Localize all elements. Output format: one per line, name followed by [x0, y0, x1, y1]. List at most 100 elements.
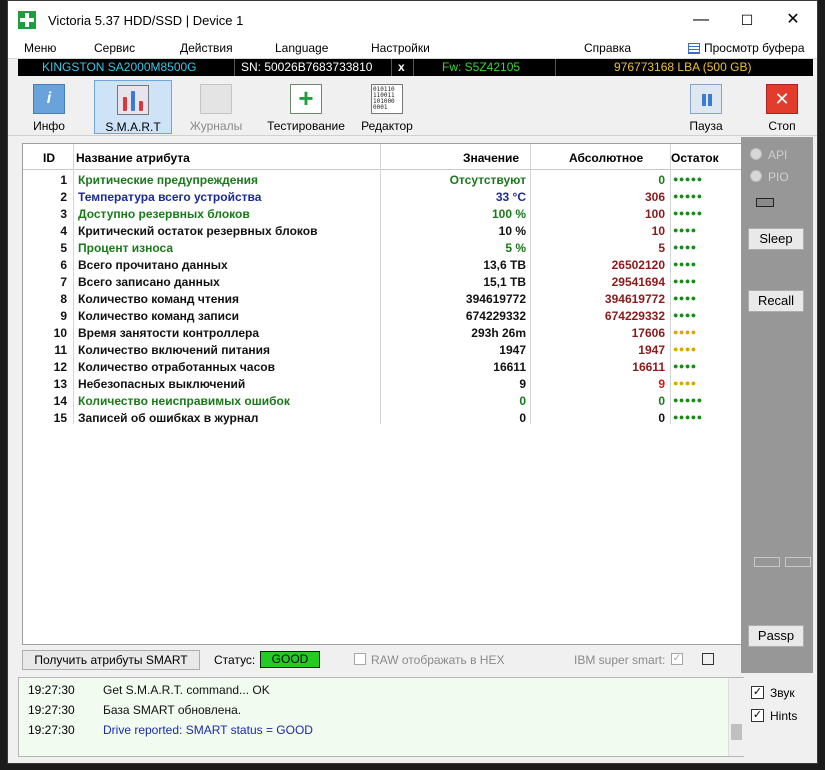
api-radio[interactable]	[750, 148, 762, 160]
options-checks: ✓ Звук ✓ Hints	[745, 677, 817, 757]
pio-label: PIO	[768, 170, 789, 184]
smart-button[interactable]: S.M.A.R.T	[94, 80, 172, 134]
close-button[interactable]: ✕	[770, 1, 816, 39]
menu-service[interactable]: Сервис	[94, 41, 135, 55]
attr-value: 5 %	[505, 241, 526, 255]
table-row[interactable]: 3 Доступно резервных блоков 100 % 100 ●●●●●	[23, 205, 743, 222]
menu-main[interactable]: Меню	[24, 41, 56, 55]
smart-label: S.M.A.R.T	[105, 120, 161, 134]
buffer-list-icon	[688, 43, 700, 54]
table-row[interactable]: 8 Количество команд чтения 394619772 394619…	[23, 290, 743, 307]
table-row[interactable]: 7 Всего записано данных 15,1 TB 29541694 ●●●…	[23, 273, 743, 290]
table-row[interactable]: 6 Всего прочитано данных 13,6 TB 26502120 ●●…	[23, 256, 743, 273]
col-remaining-header[interactable]: Остаток	[671, 151, 719, 165]
attr-value: 394619772	[465, 292, 526, 306]
table-row[interactable]: 2 Температура всего устройства 33 °C 306 ●●●…	[23, 188, 743, 205]
maximize-button[interactable]: ☐	[724, 1, 770, 39]
menu-language[interactable]: Language	[275, 41, 328, 55]
pio-radio[interactable]	[750, 170, 762, 182]
col-value-header[interactable]: Значение	[463, 151, 519, 165]
menu-settings[interactable]: Настройки	[371, 41, 430, 55]
health-dots: ●●●●●	[673, 191, 703, 201]
event-log[interactable]: 19:27:30 Get S.M.A.R.T. command... OK 19…	[18, 677, 744, 757]
attr-name: Всего прочитано данных	[78, 258, 228, 272]
sleep-button[interactable]: Sleep	[748, 228, 804, 250]
attr-name: Температура всего устройства	[78, 190, 262, 204]
attr-id: 2	[60, 190, 67, 204]
raw-hex-checkbox[interactable]	[354, 653, 366, 665]
attr-absolute: 10	[651, 224, 665, 238]
get-smart-button[interactable]: Получить атрибуты SMART	[22, 650, 200, 670]
hints-checkbox[interactable]: ✓	[751, 709, 764, 722]
attr-name: Небезопасных выключений	[78, 377, 246, 391]
col-name-header[interactable]: Название атрибута	[76, 151, 190, 165]
attr-absolute: 674229332	[604, 309, 665, 323]
logs-button[interactable]: Журналы	[182, 80, 250, 134]
health-dots: ●●●●●	[673, 208, 703, 218]
ibm-super-smart-label: IBM super smart:	[574, 653, 666, 667]
attr-absolute: 9	[658, 377, 665, 391]
device-model: KINGSTON SA2000M8500G	[42, 60, 197, 74]
device-divider	[391, 59, 392, 76]
sound-checkbox[interactable]: ✓	[751, 686, 764, 699]
attr-absolute: 306	[644, 190, 665, 204]
ibm-options-checkbox[interactable]	[702, 653, 714, 665]
attr-name: Процент износа	[78, 241, 174, 255]
menu-actions[interactable]: Действия	[180, 41, 233, 55]
info-label: Инфо	[33, 119, 65, 133]
table-row[interactable]: 15 Записей об ошибках в журнал 0 0 ●●●●●	[23, 409, 743, 426]
testing-button[interactable]: Тестирование	[260, 80, 352, 134]
editor-button[interactable]: 010110 110011 101000 0001 Редактор	[356, 80, 418, 134]
raw-hex-label: RAW отображать в HEX	[371, 653, 505, 667]
table-row[interactable]: 14 Количество неисправимых ошибок 0 0 ●●●●●	[23, 392, 743, 409]
attr-absolute: 1947	[638, 343, 665, 357]
col-id-header[interactable]: ID	[43, 151, 55, 165]
device-info-bar[interactable]: KINGSTON SA2000M8500G SN: 50026B76837338…	[18, 59, 813, 76]
table-controls: Получить атрибуты SMART Статус: GOOD RAW…	[22, 649, 744, 671]
attr-value: 100 %	[491, 207, 526, 221]
recall-button[interactable]: Recall	[748, 290, 804, 312]
attr-id: 6	[60, 258, 67, 272]
table-row[interactable]: 9 Количество команд записи 674229332 674229…	[23, 307, 743, 324]
attr-absolute: 100	[644, 207, 665, 221]
device-divider	[234, 59, 235, 76]
log-entry: 19:27:30 База SMART обновлена.	[19, 700, 719, 720]
menu-help[interactable]: Справка	[584, 41, 631, 55]
table-row[interactable]: 12 Количество отработанных часов 16611 1661…	[23, 358, 743, 375]
attr-name: Записей об ошибках в журнал	[78, 411, 259, 425]
table-row[interactable]: 5 Процент износа 5 % 5 ●●●●	[23, 239, 743, 256]
table-row[interactable]: 10 Время занятости контроллера 293h 26m 176…	[23, 324, 743, 341]
ibm-super-smart-checkbox[interactable]: ✓	[671, 653, 683, 665]
attr-value: 13,6 TB	[483, 258, 526, 272]
health-dots: ●●●●	[673, 378, 697, 388]
attr-name: Всего записано данных	[78, 275, 220, 289]
attr-id: 15	[53, 411, 67, 425]
attr-absolute: 17606	[631, 326, 665, 340]
device-lba: 976773168 LBA (500 GB)	[614, 60, 752, 74]
health-dots: ●●●●●	[673, 395, 703, 405]
attr-absolute: 394619772	[604, 292, 665, 306]
minimize-button[interactable]: —	[678, 1, 724, 39]
smart-attributes-table[interactable]: ID Название атрибута Значение Абсолютное…	[22, 143, 744, 645]
table-row[interactable]: 4 Критический остаток резервных блоков 10 …	[23, 222, 743, 239]
table-row[interactable]: 11 Количество включений питания 1947 1947 ●●…	[23, 341, 743, 358]
pause-button[interactable]: Пауза	[680, 80, 732, 134]
stop-button[interactable]: ✕ Стоп	[756, 80, 808, 134]
attr-value: 10 %	[498, 224, 526, 238]
table-header: ID Название атрибута Значение Абсолютное…	[23, 144, 743, 170]
status-badge: GOOD	[260, 651, 320, 668]
col-absolute-header[interactable]: Абсолютное	[569, 151, 643, 165]
table-row[interactable]: 13 Небезопасных выключений 9 9 ●●●●	[23, 375, 743, 392]
info-button[interactable]: i Инфо	[18, 80, 80, 134]
health-dots: ●●●●	[673, 293, 697, 303]
passp-button[interactable]: Passp	[748, 625, 804, 647]
health-dots: ●●●●	[673, 344, 697, 354]
log-scrollbar[interactable]	[728, 678, 744, 756]
table-row[interactable]: 1 Критические предупреждения Отсутствуют 0 ●…	[23, 171, 743, 188]
menu-buffer-view[interactable]: Просмотр буфера	[704, 41, 805, 55]
log-scroll-thumb[interactable]	[731, 724, 742, 740]
attr-id: 8	[60, 292, 67, 306]
attr-name: Количество отработанных часов	[78, 360, 275, 374]
attr-name: Время занятости контроллера	[78, 326, 260, 340]
device-divider	[413, 59, 414, 76]
